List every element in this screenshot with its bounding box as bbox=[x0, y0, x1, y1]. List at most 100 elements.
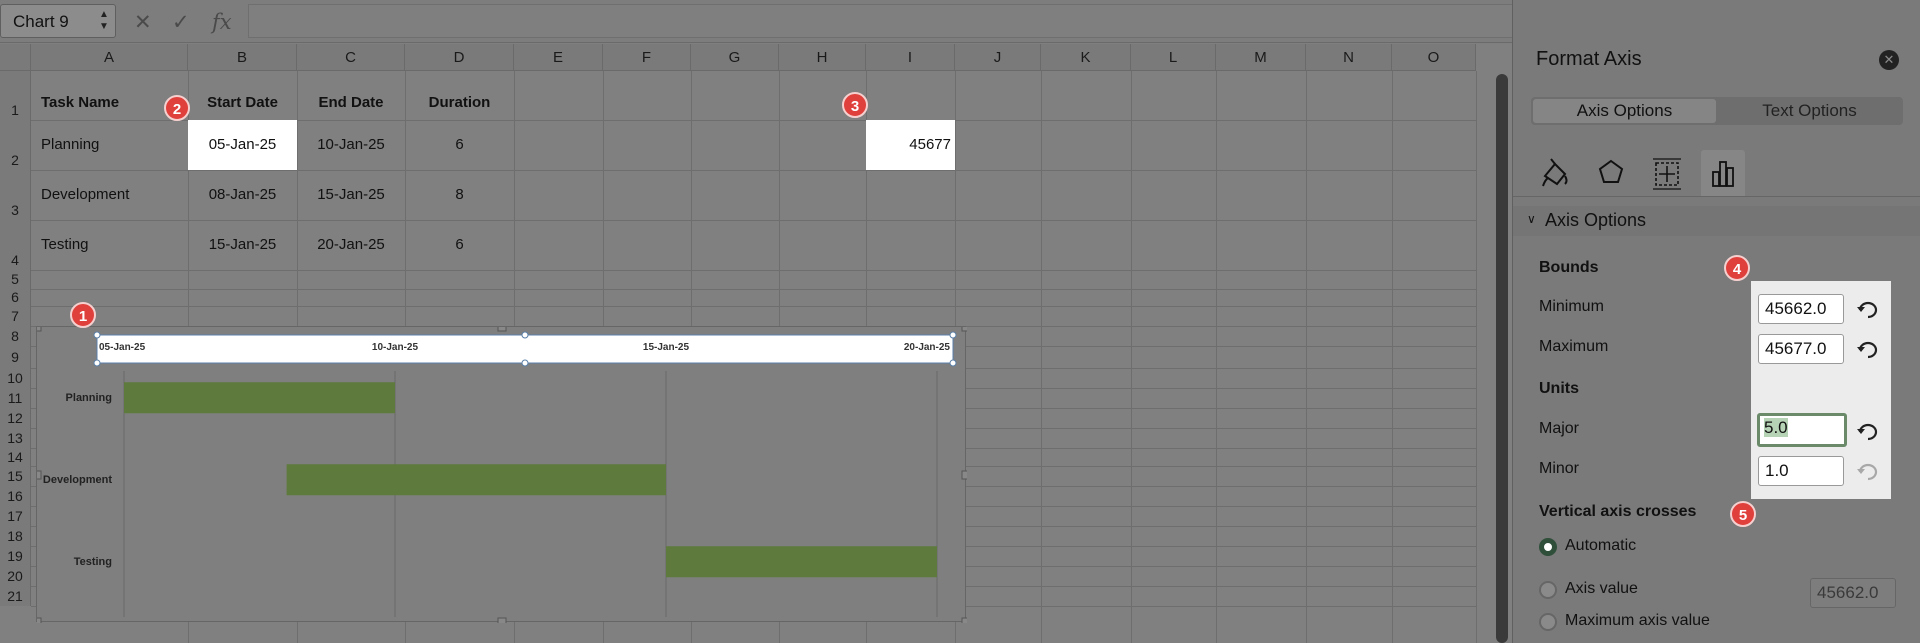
axis-options-section-header[interactable]: ∨ Axis Options bbox=[1513, 206, 1920, 236]
row-header[interactable]: 9 bbox=[0, 346, 31, 368]
column-header[interactable]: K bbox=[1041, 44, 1131, 71]
name-box-spinner-icon[interactable]: ▲ ▼ bbox=[97, 9, 111, 33]
vertical-scrollbar[interactable] bbox=[1496, 74, 1508, 643]
chart-resize-handle[interactable] bbox=[497, 617, 507, 623]
column-header[interactable]: J bbox=[955, 44, 1041, 71]
reset-icon[interactable] bbox=[1855, 338, 1879, 360]
column-header[interactable]: F bbox=[603, 44, 691, 71]
row-header[interactable]: 6 bbox=[0, 289, 31, 306]
selection-handle[interactable] bbox=[93, 359, 101, 367]
name-box[interactable]: Chart 9 ▲ ▼ bbox=[0, 4, 116, 38]
selected-axis-box[interactable] bbox=[96, 334, 954, 364]
column-header[interactable]: L bbox=[1131, 44, 1216, 71]
select-all-corner[interactable] bbox=[0, 44, 31, 71]
column-header[interactable]: A bbox=[31, 44, 188, 71]
column-header[interactable]: N bbox=[1306, 44, 1392, 71]
column-header[interactable]: G bbox=[691, 44, 779, 71]
checkmark-icon[interactable]: ✓ bbox=[172, 10, 190, 35]
row-header[interactable]: 13 bbox=[0, 428, 31, 448]
chart-plot[interactable]: 05-Jan-25 10-Jan-25 15-Jan-25 20-Jan-25 Plan… bbox=[37, 327, 967, 623]
close-icon[interactable]: ✕ bbox=[1879, 50, 1899, 70]
start-date-cell[interactable]: 08-Jan-25 bbox=[188, 170, 297, 220]
start-date-cell[interactable]: 05-Jan-25 bbox=[188, 120, 297, 170]
minimum-input[interactable]: 45662.0 bbox=[1758, 294, 1844, 324]
chevron-down-icon[interactable]: ∨ bbox=[1527, 212, 1536, 226]
automatic-radio[interactable] bbox=[1539, 538, 1557, 556]
row-header[interactable]: 16 bbox=[0, 486, 31, 506]
minor-input[interactable]: 1.0 bbox=[1758, 456, 1844, 486]
row-header[interactable]: 18 bbox=[0, 526, 31, 546]
size-properties-icon[interactable] bbox=[1645, 150, 1689, 196]
header-end-date[interactable]: End Date bbox=[297, 83, 405, 123]
row-header[interactable]: 10 bbox=[0, 368, 31, 388]
selection-handle[interactable] bbox=[521, 331, 529, 339]
gantt-chart[interactable]: 05-Jan-25 10-Jan-25 15-Jan-25 20-Jan-25 Plan… bbox=[36, 326, 967, 623]
bar-chart-icon[interactable] bbox=[1701, 150, 1745, 196]
chart-resize-handle[interactable] bbox=[961, 327, 967, 332]
axis-value-input[interactable]: 45662.0 bbox=[1810, 578, 1896, 608]
row-header[interactable]: 21 bbox=[0, 586, 31, 606]
column-header[interactable]: B bbox=[188, 44, 297, 71]
axis-value-radio[interactable] bbox=[1539, 581, 1557, 599]
row-header[interactable]: 7 bbox=[0, 306, 31, 326]
chart-resize-handle[interactable] bbox=[961, 617, 967, 623]
selection-handle[interactable] bbox=[949, 331, 957, 339]
pentagon-icon[interactable] bbox=[1589, 150, 1633, 196]
selection-handle[interactable] bbox=[949, 359, 957, 367]
tab-axis-options[interactable]: Axis Options bbox=[1533, 99, 1716, 123]
row-header[interactable]: 15 bbox=[0, 466, 31, 486]
row-header[interactable]: 2 bbox=[0, 120, 31, 170]
paint-bucket-icon[interactable] bbox=[1533, 150, 1577, 196]
end-date-cell[interactable]: 20-Jan-25 bbox=[297, 220, 405, 270]
selection-handle[interactable] bbox=[93, 331, 101, 339]
fx-icon[interactable]: fx bbox=[212, 10, 232, 34]
major-input[interactable]: 5.0 bbox=[1757, 413, 1847, 447]
gantt-bar[interactable] bbox=[666, 546, 937, 578]
duration-cell[interactable]: 8 bbox=[405, 170, 514, 220]
reset-icon[interactable] bbox=[1855, 298, 1879, 320]
x-icon[interactable]: ✕ bbox=[134, 10, 152, 35]
column-header[interactable]: D bbox=[405, 44, 514, 71]
end-date-cell[interactable]: 15-Jan-25 bbox=[297, 170, 405, 220]
column-header[interactable]: O bbox=[1392, 44, 1476, 71]
gantt-bar[interactable] bbox=[124, 382, 395, 414]
row-header[interactable]: 14 bbox=[0, 448, 31, 466]
duration-cell[interactable]: 6 bbox=[405, 120, 514, 170]
chart-resize-handle[interactable] bbox=[497, 327, 507, 332]
row-header[interactable]: 19 bbox=[0, 546, 31, 566]
cell-i2[interactable]: 45677 bbox=[866, 120, 955, 170]
header-duration[interactable]: Duration bbox=[405, 83, 514, 123]
chart-resize-handle[interactable] bbox=[37, 470, 42, 480]
duration-cell[interactable]: 6 bbox=[405, 220, 514, 270]
column-header[interactable]: I bbox=[866, 44, 955, 71]
maximum-axis-value-radio[interactable] bbox=[1539, 613, 1557, 631]
tab-text-options[interactable]: Text Options bbox=[1718, 99, 1901, 123]
start-date-cell[interactable]: 15-Jan-25 bbox=[188, 220, 297, 270]
column-header[interactable]: H bbox=[779, 44, 866, 71]
header-start-date[interactable]: Start Date bbox=[188, 83, 297, 123]
reset-icon[interactable] bbox=[1855, 420, 1879, 442]
minor-label: Minor bbox=[1539, 460, 1580, 477]
row-header[interactable]: 8 bbox=[0, 326, 31, 346]
chart-resize-handle[interactable] bbox=[961, 470, 967, 480]
row-header[interactable]: 1 bbox=[0, 71, 31, 120]
task-name-cell[interactable]: Testing bbox=[31, 220, 188, 270]
column-header[interactable]: M bbox=[1216, 44, 1306, 71]
row-header[interactable]: 3 bbox=[0, 170, 31, 220]
chart-resize-handle[interactable] bbox=[37, 617, 42, 623]
column-header[interactable]: C bbox=[297, 44, 405, 71]
gantt-bar[interactable] bbox=[286, 464, 666, 496]
column-header[interactable]: E bbox=[514, 44, 603, 71]
row-header[interactable]: 5 bbox=[0, 270, 31, 289]
selection-handle[interactable] bbox=[521, 359, 529, 367]
task-name-cell[interactable]: Development bbox=[31, 170, 188, 220]
task-name-cell[interactable]: Planning bbox=[31, 120, 188, 170]
row-header[interactable]: 11 bbox=[0, 388, 31, 408]
maximum-input[interactable]: 45677.0 bbox=[1758, 334, 1844, 364]
chart-resize-handle[interactable] bbox=[37, 327, 42, 332]
row-header[interactable]: 4 bbox=[0, 220, 31, 270]
row-header[interactable]: 20 bbox=[0, 566, 31, 586]
row-header[interactable]: 12 bbox=[0, 408, 31, 428]
row-header[interactable]: 17 bbox=[0, 506, 31, 526]
end-date-cell[interactable]: 10-Jan-25 bbox=[297, 120, 405, 170]
